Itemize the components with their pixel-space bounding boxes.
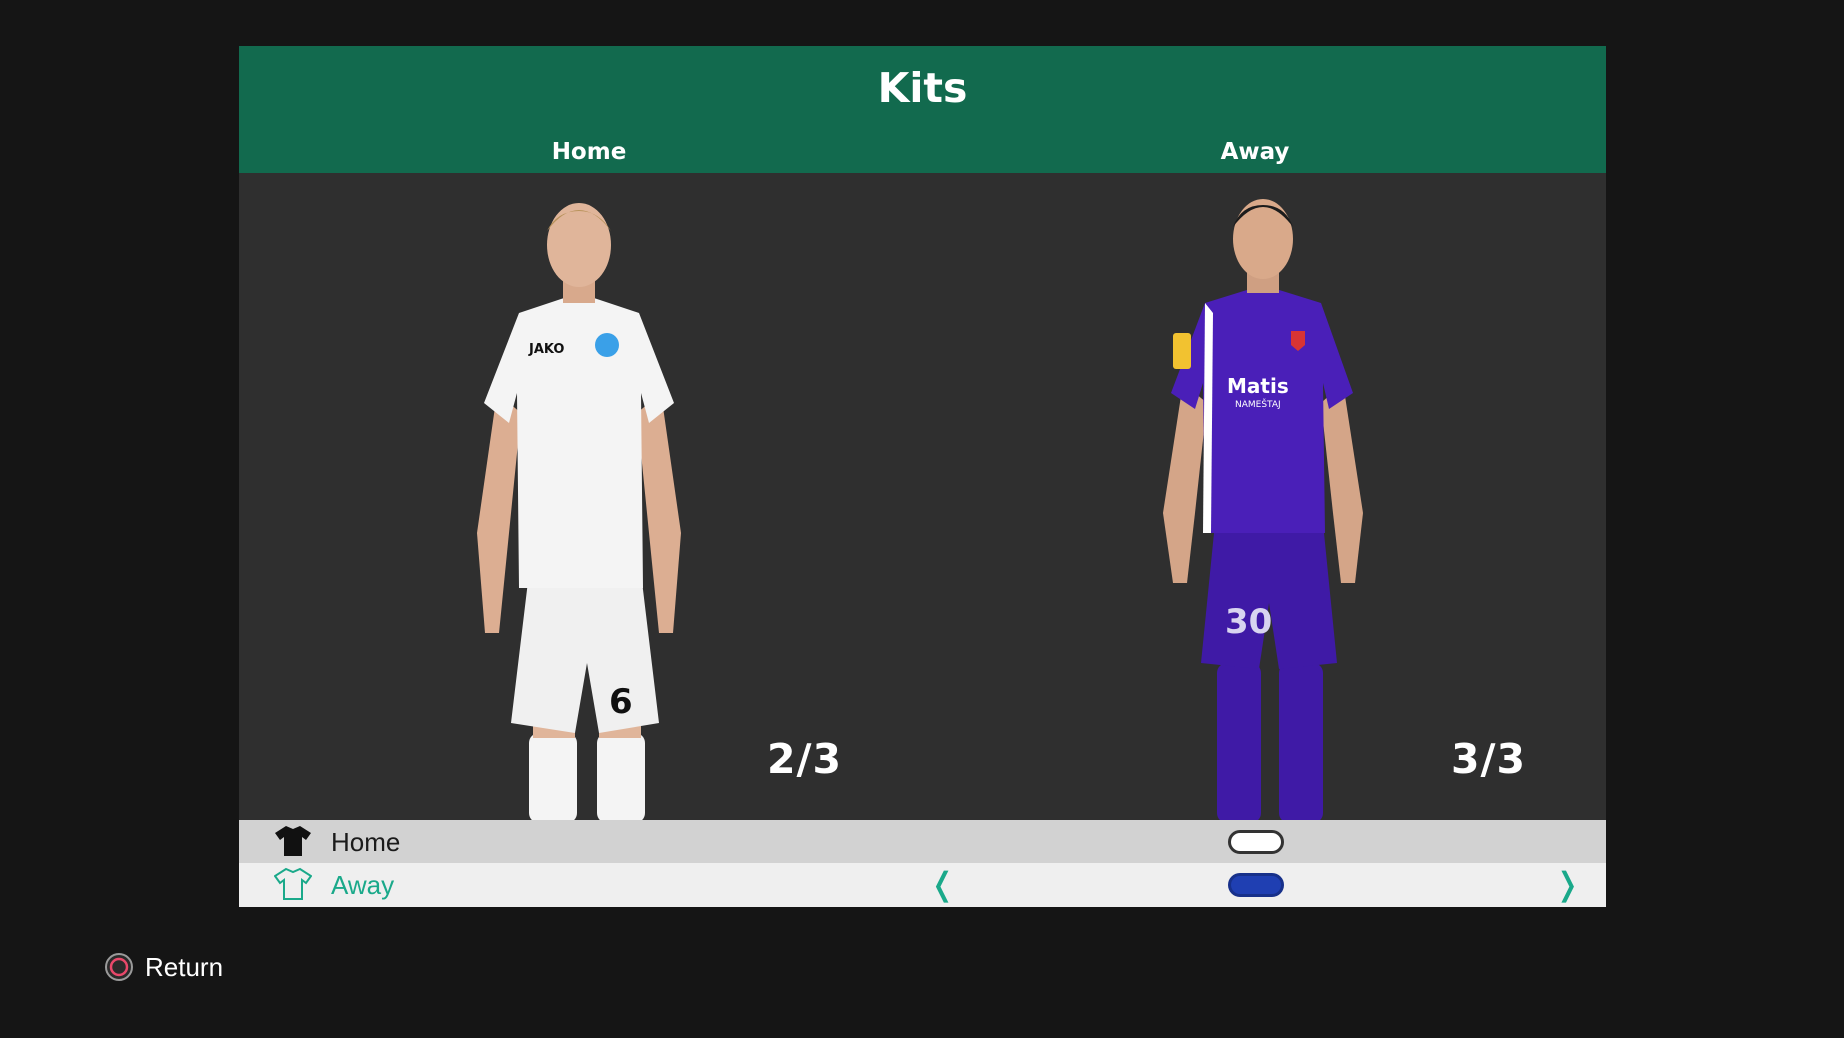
kit-preview-stage: 6 JAKO 2/3 30 Matis NAMEŠTAJ 3/3 xyxy=(239,173,1606,820)
shirt-outline-icon xyxy=(274,867,312,900)
page-title: Kits xyxy=(877,64,968,112)
away-kit-counter: 3/3 xyxy=(1450,735,1526,783)
kit-row-home[interactable]: Home xyxy=(239,820,1606,863)
home-kit-color-swatch xyxy=(1228,830,1284,854)
away-shorts-number: 30 xyxy=(1225,602,1272,642)
home-kit-counter: 2/3 xyxy=(766,735,842,783)
kit-selector-list: Home Away ❬ ❭ xyxy=(239,820,1606,907)
home-brand-logo: JAKO xyxy=(528,342,564,357)
circle-button-icon xyxy=(105,953,133,981)
home-column-label: Home xyxy=(551,139,627,165)
home-kit-player-figure: 6 JAKO xyxy=(477,203,681,820)
away-kit-view: 30 Matis NAMEŠTAJ 3/3 xyxy=(923,173,1606,820)
kits-panel: Kits Home Away 6 JAKO 2/3 30 Matis NAMEŠ… xyxy=(239,46,1606,907)
return-label: Return xyxy=(145,952,224,982)
away-sponsor-subtitle: NAMEŠTAJ xyxy=(1235,398,1281,410)
away-kit-color-swatch xyxy=(1228,873,1284,897)
away-column-label: Away xyxy=(1220,139,1290,165)
next-kit-arrow[interactable]: ❭ xyxy=(1554,865,1581,903)
kit-row-away[interactable]: Away ❬ ❭ xyxy=(239,863,1606,907)
kits-header: Kits Home Away xyxy=(239,46,1606,173)
home-kit-view: 6 JAKO 2/3 xyxy=(239,173,922,820)
away-sponsor-logo: Matis xyxy=(1227,374,1289,398)
home-shorts-number: 6 xyxy=(609,682,633,722)
shirt-filled-icon xyxy=(275,826,311,856)
previous-kit-arrow[interactable]: ❬ xyxy=(929,865,956,903)
away-kit-player-figure: 30 Matis NAMEŠTAJ xyxy=(1163,199,1363,820)
kit-row-home-label: Home xyxy=(331,827,401,857)
kit-row-away-label: Away xyxy=(331,870,395,900)
